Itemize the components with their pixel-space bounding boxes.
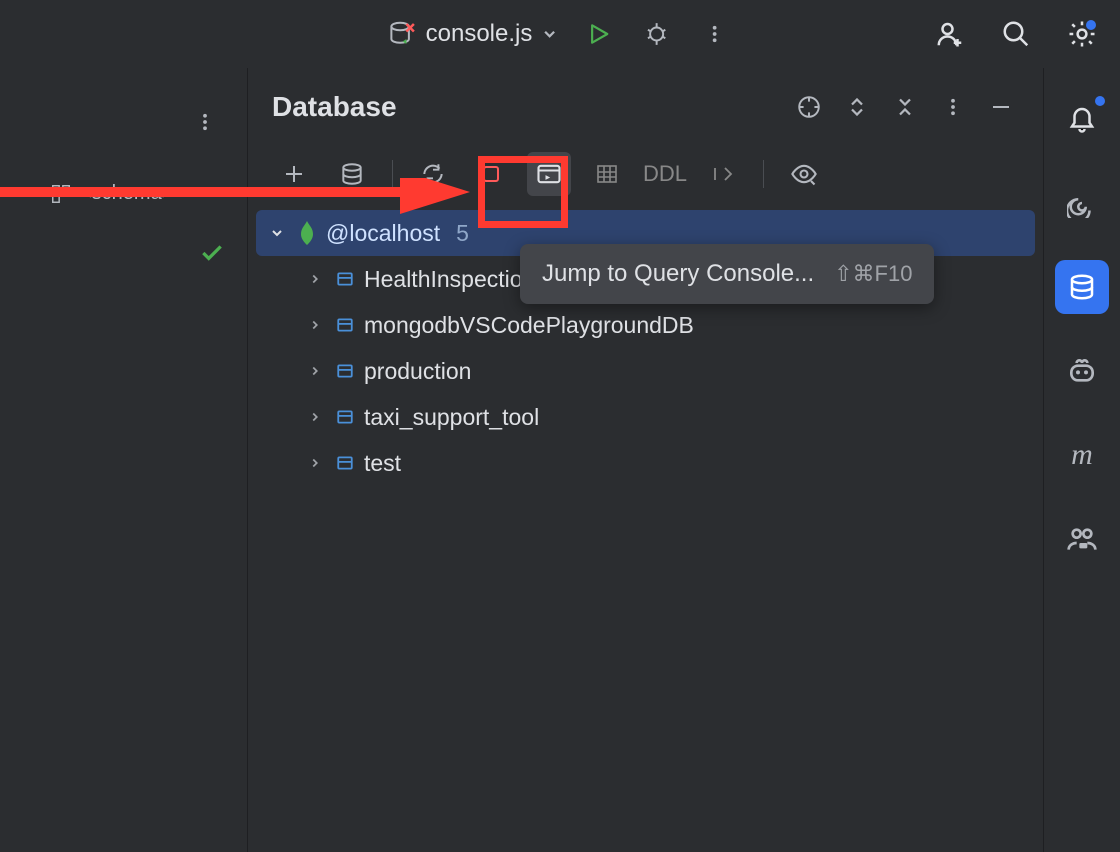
chevron-down-icon bbox=[266, 225, 288, 241]
settings-icon[interactable] bbox=[1064, 16, 1100, 52]
database-icon bbox=[334, 408, 356, 426]
team-button[interactable] bbox=[1055, 512, 1109, 566]
copilot-button[interactable] bbox=[1055, 344, 1109, 398]
notification-dot bbox=[1095, 96, 1105, 106]
view-icon[interactable] bbox=[782, 152, 826, 196]
sidebar-menu-icon[interactable] bbox=[187, 104, 223, 140]
file-tab[interactable]: console.js bbox=[388, 19, 559, 49]
annotation-highlight-box bbox=[478, 156, 568, 228]
mongodb-icon bbox=[296, 221, 318, 245]
database-icon bbox=[334, 270, 356, 288]
collapse-icon[interactable] bbox=[887, 89, 923, 125]
chevron-right-icon bbox=[304, 272, 326, 286]
more-vertical-icon[interactable] bbox=[696, 16, 732, 52]
chevron-right-icon bbox=[304, 410, 326, 424]
tree-item-label: test bbox=[364, 450, 401, 477]
tooltip-label: Jump to Query Console... bbox=[542, 260, 814, 288]
tree-item[interactable]: production bbox=[256, 348, 1035, 394]
minimize-icon[interactable] bbox=[983, 89, 1019, 125]
tree-item-label: mongodbVSCodePlaygroundDB bbox=[364, 312, 694, 339]
tree-item-label: @localhost bbox=[326, 220, 440, 247]
top-bar: console.js bbox=[0, 0, 1120, 68]
tooltip: Jump to Query Console... ⇧⌘F10 bbox=[520, 244, 934, 304]
chevron-right-icon bbox=[304, 456, 326, 470]
tree-item[interactable]: mongodbVSCodePlaygroundDB bbox=[256, 302, 1035, 348]
tree-item[interactable]: test bbox=[256, 440, 1035, 486]
target-icon[interactable] bbox=[791, 89, 827, 125]
expand-icon[interactable] bbox=[839, 89, 875, 125]
ddl-button[interactable]: DDL bbox=[643, 161, 687, 187]
tree-item-label: production bbox=[364, 358, 471, 385]
panel-title: Database bbox=[272, 91, 397, 123]
database-tool-button[interactable] bbox=[1055, 260, 1109, 314]
tree-item[interactable]: taxi_support_tool bbox=[256, 394, 1035, 440]
database-icon bbox=[334, 454, 356, 472]
chevron-right-icon bbox=[304, 318, 326, 332]
panel-menu-icon[interactable] bbox=[935, 89, 971, 125]
database-icon bbox=[334, 316, 356, 334]
m-button[interactable]: m bbox=[1055, 428, 1109, 482]
checkmark-icon bbox=[199, 240, 225, 266]
spiral-button[interactable] bbox=[1055, 176, 1109, 230]
notifications-button[interactable] bbox=[1055, 92, 1109, 146]
table-icon[interactable] bbox=[585, 152, 629, 196]
add-user-icon[interactable] bbox=[932, 16, 968, 52]
run-button[interactable] bbox=[580, 16, 616, 52]
notification-dot bbox=[1086, 20, 1096, 30]
separator bbox=[763, 160, 764, 188]
annotation-arrow bbox=[0, 178, 480, 218]
search-icon[interactable] bbox=[998, 16, 1034, 52]
right-sidebar: m bbox=[1044, 68, 1120, 852]
chevron-down-icon[interactable] bbox=[540, 25, 558, 43]
tree-item-count: 5 bbox=[456, 220, 469, 247]
database-file-icon bbox=[388, 19, 418, 49]
file-name: console.js bbox=[426, 20, 533, 48]
tree-item-label: taxi_support_tool bbox=[364, 404, 539, 431]
chevron-right-icon bbox=[304, 364, 326, 378]
database-icon bbox=[334, 362, 356, 380]
tooltip-shortcut: ⇧⌘F10 bbox=[834, 261, 912, 287]
navigate-icon[interactable] bbox=[701, 152, 745, 196]
debug-button[interactable] bbox=[638, 16, 674, 52]
